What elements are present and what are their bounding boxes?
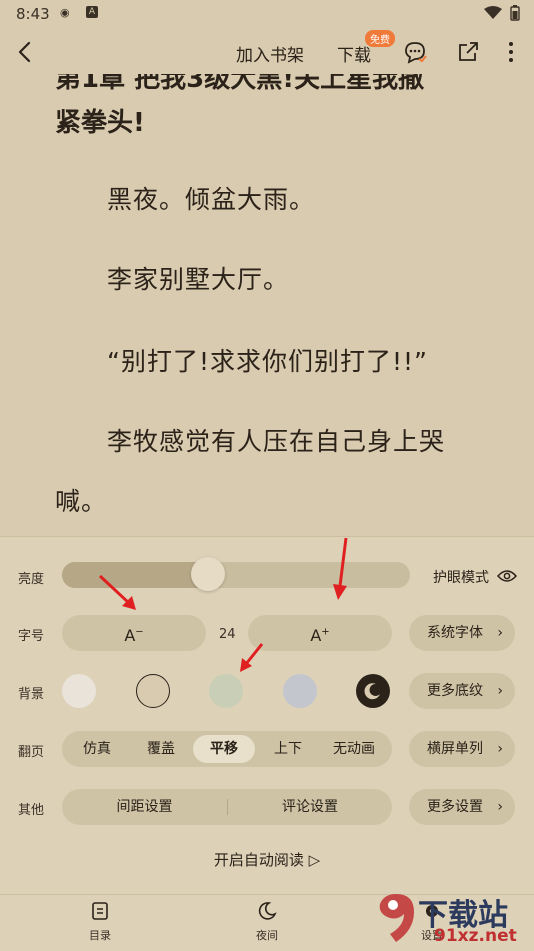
more-icon[interactable] (498, 39, 524, 65)
system-font-button[interactable]: 系统字体 › (409, 615, 515, 651)
battery-icon (510, 5, 520, 21)
more-backgrounds-button[interactable]: 更多底纹 › (409, 673, 515, 709)
system-font-label: 系统字体 (427, 625, 483, 641)
paragraph: 李家别墅大厅。 (107, 265, 290, 294)
page-turn-option[interactable]: 无动画 (321, 735, 387, 763)
reading-area[interactable]: 第1章 把我3级大黑!关上星我撒 紧拳头! 黑夜。倾盆大雨。 李家别墅大厅。 “… (0, 74, 534, 536)
paragraph: 李牧感觉有人压在自己身上哭 (107, 427, 446, 456)
toc-icon (92, 902, 108, 920)
eye-mode-label[interactable]: 护眼模式 (433, 567, 489, 587)
night-label: 夜间 (256, 929, 278, 942)
page-turn-option[interactable]: 上下 (257, 735, 319, 763)
landscape-layout-label: 横屏单列 (427, 741, 483, 757)
watermark-url: 91xz.net (434, 926, 517, 946)
font-decrease-button[interactable]: A− (62, 615, 206, 651)
site-watermark: 下载站 91xz.net (372, 886, 534, 950)
reading-settings-panel: 亮度 护眼模式 字号 A− 24 A+ 系统字体 › 背景 更多底纹 › 翻页 仿真… (0, 536, 534, 895)
page-turn-option-selected[interactable]: 平移 (193, 735, 255, 763)
moon-icon (364, 683, 380, 700)
night-tab[interactable]: 夜间 (237, 901, 297, 943)
other-settings-group: 间距设置 评论设置 (62, 789, 392, 825)
font-increase-button[interactable]: A+ (248, 615, 392, 651)
watermark-logo (379, 894, 414, 942)
chevron-right-icon: › (497, 741, 503, 757)
more-backgrounds-label: 更多底纹 (427, 683, 483, 699)
chapter-title-line: 紧拳头! (55, 108, 145, 138)
toc-label: 目录 (89, 929, 111, 942)
page-turn-selector: 仿真 覆盖 平移 上下 无动画 (62, 731, 392, 767)
add-to-shelf-button[interactable]: 加入书架 (236, 41, 304, 66)
background-label: 背景 (18, 687, 45, 702)
page-turn-label: 翻页 (18, 745, 45, 760)
brightness-label: 亮度 (18, 572, 45, 587)
status-indicators (484, 5, 520, 21)
app-notification-icon: A (86, 6, 98, 18)
landscape-layout-button[interactable]: 横屏单列 › (409, 731, 515, 767)
chapter-title-clipped: 第1章 把我3级大黑!关上星我撒 (55, 74, 425, 94)
chevron-right-icon: › (497, 683, 503, 699)
toc-tab[interactable]: 目录 (70, 901, 130, 943)
chevron-right-icon: › (497, 799, 503, 815)
font-increase-icon: A+ (310, 626, 330, 646)
comment-icon[interactable] (402, 39, 428, 65)
paragraph: 喊。 (55, 487, 108, 516)
background-swatch[interactable] (209, 674, 243, 708)
font-size-label: 字号 (18, 629, 45, 644)
back-icon[interactable] (14, 38, 38, 66)
annotation-arrow (98, 574, 136, 610)
share-icon[interactable] (455, 39, 481, 65)
annotation-arrow (240, 643, 264, 672)
eye-icon[interactable] (497, 569, 517, 583)
annotation-arrow (333, 537, 348, 600)
page-turn-option[interactable]: 仿真 (66, 735, 128, 763)
background-swatch[interactable] (283, 674, 317, 708)
comment-settings-button[interactable]: 评论设置 (228, 789, 392, 825)
spacing-settings-button[interactable]: 间距设置 (62, 789, 227, 825)
font-size-value: 24 (219, 627, 236, 642)
wifi-icon (484, 6, 502, 19)
brightness-slider-thumb[interactable] (191, 557, 226, 591)
paragraph: “别打了!求求你们别打了!!” (107, 347, 428, 376)
background-swatch-selected[interactable] (136, 674, 170, 708)
chevron-right-icon: › (497, 625, 503, 641)
status-time: 8:43 (16, 5, 50, 23)
more-settings-button[interactable]: 更多设置 › (409, 789, 515, 825)
reader-toolbar: 加入书架 下载 免费 (0, 30, 534, 74)
night-mode-icon (258, 902, 277, 920)
other-label: 其他 (18, 803, 45, 818)
font-decrease-icon: A− (124, 626, 144, 646)
background-swatch[interactable] (62, 674, 96, 708)
page-turn-option[interactable]: 覆盖 (130, 735, 192, 763)
weibo-icon: ◉ (60, 6, 70, 19)
status-bar: 8:43 ◉ A (0, 0, 534, 28)
auto-read-button[interactable]: 开启自动阅读 ▷ (0, 849, 534, 870)
night-background-swatch[interactable] (356, 674, 390, 708)
free-badge: 免费 (365, 30, 395, 47)
paragraph: 黑夜。倾盆大雨。 (107, 185, 316, 214)
more-settings-label: 更多设置 (427, 799, 483, 815)
download-button[interactable]: 下载 (337, 41, 371, 66)
